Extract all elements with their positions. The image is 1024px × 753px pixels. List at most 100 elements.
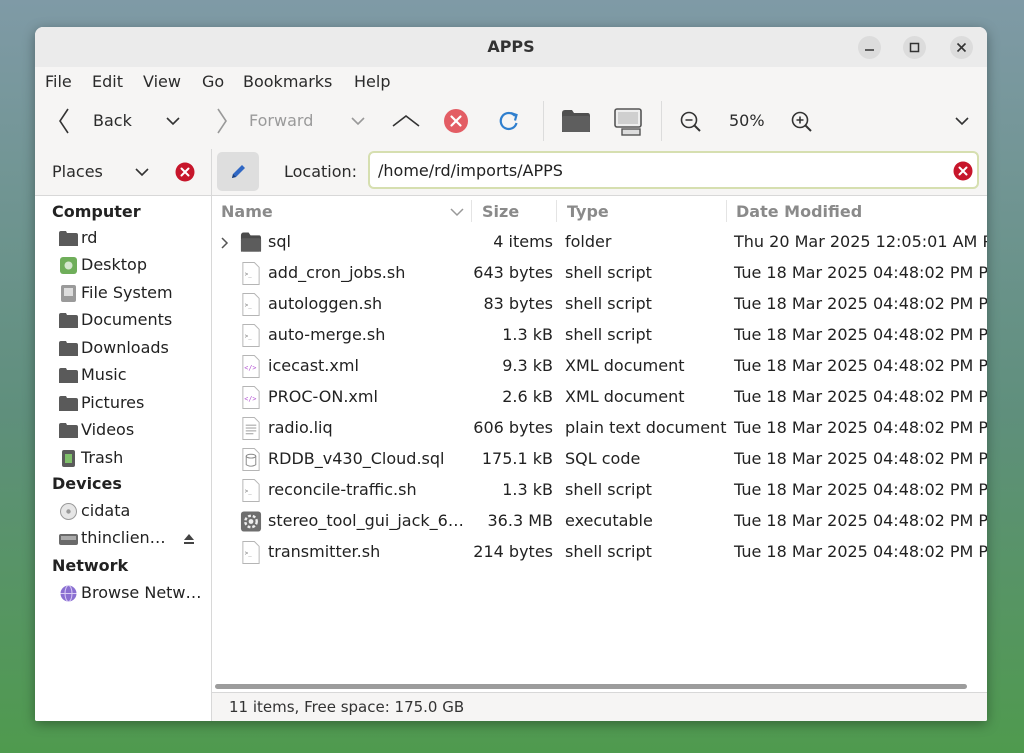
file-row[interactable]: stereo_tool_gui_jack_6… 36.3 MB executable… (212, 506, 987, 537)
close-sidebar-icon[interactable] (175, 162, 195, 182)
file-row[interactable]: sql 4 items folder Thu 20 Mar 2025 12:05:01… (212, 227, 987, 258)
executable-icon (240, 511, 262, 532)
pencil-icon (232, 165, 245, 178)
computer-icon[interactable] (613, 107, 643, 137)
file-date: Tue 18 Mar 2025 04:48:02 PM PD (734, 418, 987, 437)
places-dropdown-label[interactable]: Places (52, 162, 103, 181)
file-row[interactable]: </> icecast.xml 9.3 kB XML document Tue 18 M… (212, 351, 987, 382)
menu-view[interactable]: View (143, 72, 181, 91)
sidebar-item-label: Desktop (81, 255, 147, 274)
chevron-down-icon[interactable] (135, 168, 149, 177)
file-type: shell script (565, 542, 652, 561)
file-row[interactable]: </> PROC-ON.xml 2.6 kB XML document Tue 18 M… (212, 382, 987, 413)
sidebar-item-trash[interactable]: Trash (57, 447, 207, 471)
back-button[interactable]: Back (35, 95, 190, 149)
file-size: 9.3 kB (502, 356, 553, 375)
toolbar-separator (661, 101, 662, 141)
home-folder-icon[interactable] (561, 108, 591, 134)
forward-button[interactable]: Forward (205, 95, 370, 149)
optical-disc-icon (60, 503, 77, 520)
file-type: XML document (565, 387, 685, 406)
file-type: shell script (565, 294, 652, 313)
parent-folder-icon[interactable] (391, 113, 421, 129)
sidebar-heading-devices: Devices (52, 474, 122, 493)
file-name: stereo_tool_gui_jack_6… (268, 511, 464, 530)
title-bar[interactable]: APPS (35, 27, 987, 67)
clear-location-icon[interactable] (953, 161, 973, 181)
file-size: 214 bytes (473, 542, 553, 561)
reload-icon[interactable] (498, 110, 520, 132)
file-row[interactable]: >_ auto-merge.sh 1.3 kB shell script Tue 18 … (212, 320, 987, 351)
file-row[interactable]: >_ autologgen.sh 83 bytes shell script Tue 1… (212, 289, 987, 320)
file-size: 1.3 kB (502, 480, 553, 499)
menu-bookmarks[interactable]: Bookmarks (243, 72, 332, 91)
file-row[interactable]: >_ reconcile-traffic.sh 1.3 kB shell script… (212, 475, 987, 506)
sql-icon (242, 448, 260, 471)
sidebar-item-thinclient[interactable]: thinclien… (57, 527, 207, 551)
menu-edit[interactable]: Edit (92, 72, 123, 91)
videos-folder-icon (59, 423, 78, 438)
sidebar-item-documents[interactable]: Documents (57, 309, 207, 333)
sidebar-item-music[interactable]: Music (57, 364, 207, 388)
svg-text:>_: >_ (245, 334, 252, 340)
sidebar-item-file-system[interactable]: File System (57, 282, 207, 306)
sidebar-item-desktop[interactable]: Desktop (57, 254, 207, 278)
divider (211, 149, 212, 195)
zoom-in-icon[interactable] (791, 111, 813, 133)
close-window-button[interactable] (950, 36, 973, 59)
edit-location-toggle[interactable] (217, 152, 259, 191)
file-row[interactable]: >_ transmitter.sh 214 bytes shell script Tue… (212, 537, 987, 568)
xml-icon: </> (242, 386, 260, 409)
minimize-button[interactable] (858, 36, 881, 59)
column-header-size[interactable]: Size (482, 202, 519, 221)
sidebar-item-pictures[interactable]: Pictures (57, 392, 207, 416)
menu-help[interactable]: Help (354, 72, 390, 91)
sidebar-item-downloads[interactable]: Downloads (57, 337, 207, 361)
file-name: reconcile-traffic.sh (268, 480, 417, 499)
file-name: autologgen.sh (268, 294, 383, 313)
zoom-out-icon[interactable] (680, 111, 702, 133)
maximize-icon (909, 42, 920, 53)
sidebar-item-label: thinclien… (81, 528, 166, 547)
toolbar-separator (543, 101, 544, 141)
sidebar-heading-computer: Computer (52, 202, 141, 221)
column-header-type[interactable]: Type (567, 202, 609, 221)
sort-chevron-icon[interactable] (450, 208, 464, 217)
menu-file[interactable]: File (45, 72, 72, 91)
sidebar-item-rd[interactable]: rd (57, 227, 207, 251)
file-row[interactable]: RDDB_v430_Cloud.sql 175.1 kB SQL code Tue 1… (212, 444, 987, 475)
home-folder-icon (59, 231, 78, 246)
downloads-folder-icon (59, 341, 78, 356)
sidebar-item-label: Pictures (81, 393, 145, 412)
sidebar-item-label: Music (81, 365, 127, 384)
file-name: auto-merge.sh (268, 325, 386, 344)
toolbar-overflow-chevron-icon[interactable] (955, 117, 969, 126)
file-row[interactable]: radio.liq 606 bytes plain text document Tue… (212, 413, 987, 444)
script-icon: >_ (242, 541, 260, 564)
script-icon: >_ (242, 293, 260, 316)
menu-go[interactable]: Go (202, 72, 224, 91)
location-input[interactable]: /home/rd/imports/APPS (368, 151, 979, 189)
file-date: Tue 18 Mar 2025 04:48:02 PM PD (734, 325, 987, 344)
column-header-name[interactable]: Name (221, 202, 273, 221)
file-date: Tue 18 Mar 2025 04:48:02 PM PD (734, 511, 987, 530)
sidebar-item-videos[interactable]: Videos (57, 419, 207, 443)
toolbar: Back Forward 50% (35, 95, 987, 149)
column-header-date[interactable]: Date Modified (736, 202, 862, 221)
sidebar-item-browse-network[interactable]: Browse Netw… (57, 582, 207, 606)
file-type: SQL code (565, 449, 641, 468)
file-size: 606 bytes (473, 418, 553, 437)
expand-arrow-icon[interactable] (220, 237, 229, 249)
file-date: Tue 18 Mar 2025 04:48:02 PM PD (734, 356, 987, 375)
stop-icon[interactable] (443, 108, 469, 134)
file-row[interactable]: >_ add_cron_jobs.sh 643 bytes shell script T… (212, 258, 987, 289)
sidebar-item-cidata[interactable]: cidata (57, 500, 207, 524)
sidebar-item-label: cidata (81, 501, 131, 520)
sidebar-item-label: Browse Netw… (81, 583, 202, 602)
sidebar-item-label: Documents (81, 310, 173, 329)
maximize-button[interactable] (903, 36, 926, 59)
horizontal-scrollbar[interactable] (215, 684, 967, 689)
eject-icon[interactable] (183, 533, 195, 545)
close-icon (956, 42, 967, 53)
file-date: Tue 18 Mar 2025 04:48:02 PM PD (734, 387, 987, 406)
